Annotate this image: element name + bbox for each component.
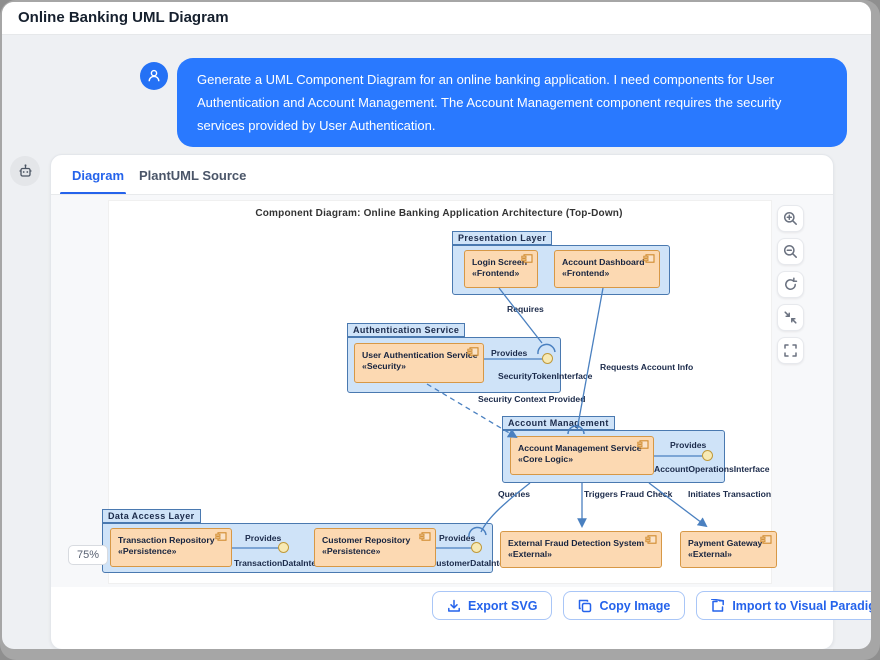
zoom-in-button[interactable]: [777, 205, 804, 232]
package-tab-data-access-layer: Data Access Layer: [102, 509, 201, 523]
component-icon: [467, 347, 479, 356]
reset-view-button[interactable]: [777, 271, 804, 298]
package-label: Presentation Layer: [458, 233, 547, 243]
connection-label-triggers-fraud-check: Triggers Fraud Check: [584, 489, 673, 499]
zoom-out-button[interactable]: [777, 238, 804, 265]
component-name: Account Dashboard: [562, 257, 645, 267]
fullscreen-icon: [784, 344, 797, 357]
component-name: External Fraud Detection System: [508, 538, 645, 548]
copy-icon: [579, 599, 592, 612]
component-account-dashboard: Account Dashboard «Frontend»: [554, 250, 660, 288]
component-stereotype: «Persistence»: [322, 546, 381, 557]
reset-icon: [785, 277, 798, 290]
copy-image-label: Copy Image: [599, 598, 671, 613]
lollipop-transactiondatainterface: [278, 542, 289, 553]
component-external-fraud-detection-system: External Fraud Detection System «Externa…: [500, 531, 662, 568]
connection-label-initiates-transaction: Initiates Transaction: [688, 489, 772, 499]
assistant-avatar: [10, 156, 40, 186]
interface-label-securitytokeninterface: SecurityTokenInterface: [498, 371, 593, 381]
zoom-in-icon: [783, 211, 797, 225]
component-stereotype: «External»: [688, 549, 732, 560]
component-icon: [760, 535, 772, 544]
copy-image-button[interactable]: Copy Image: [563, 591, 686, 620]
page-title: Online Banking UML Diagram: [18, 9, 229, 26]
provides-label: Provides: [245, 533, 282, 543]
package-tab-presentation-layer: Presentation Layer: [452, 231, 553, 245]
component-account-management-service: Account Management Service «Core Logic»: [510, 436, 654, 475]
zoom-out-icon: [783, 244, 797, 258]
component-stereotype: «Frontend»: [472, 268, 520, 279]
component-name: Customer Repository: [322, 535, 411, 545]
external-link-icon: [711, 598, 725, 612]
connection-label-requires: Requires: [507, 304, 544, 314]
connection-label-queries: Queries: [498, 489, 531, 499]
component-icon: [637, 440, 649, 449]
component-stereotype: «External»: [508, 549, 552, 560]
component-login-screen: Login Screen «Frontend»: [464, 250, 538, 288]
fit-to-screen-button[interactable]: [777, 304, 804, 331]
component-name: User Authentication Service: [362, 350, 478, 360]
component-stereotype: «Security»: [362, 361, 406, 372]
robot-icon: [19, 163, 31, 177]
component-icon: [215, 532, 227, 541]
provides-label: Provides: [439, 533, 476, 543]
component-icon: [419, 532, 431, 541]
component-stereotype: «Core Logic»: [518, 454, 574, 465]
diagram-title: Component Diagram: Online Banking Applic…: [255, 208, 623, 219]
chat-message-bubble: Generate a UML Component Diagram for an …: [177, 58, 847, 147]
window-frame: Online Banking UML Diagram Generate a UM…: [0, 0, 880, 660]
package-label: Data Access Layer: [108, 511, 195, 521]
component-icon: [645, 535, 657, 544]
export-svg-button[interactable]: Export SVG: [432, 591, 553, 620]
compress-icon: [784, 311, 797, 324]
provides-label: Provides: [670, 440, 707, 450]
package-tab-authentication-service: Authentication Service: [347, 323, 466, 337]
connection-label-security-context-provided: Security Context Provided: [478, 394, 586, 404]
component-name: Payment Gateway: [688, 538, 763, 548]
component-name: Account Management Service: [518, 443, 642, 453]
component-stereotype: «Persistence»: [118, 546, 177, 557]
component-icon: [643, 254, 655, 263]
connection-label-requests-account-info: Requests Account Info: [600, 362, 694, 372]
zoom-level-badge: 75%: [68, 545, 109, 565]
lollipop-securitytokeninterface: [542, 353, 553, 364]
download-icon: [448, 599, 460, 612]
tab-diagram[interactable]: Diagram: [72, 168, 124, 183]
fullscreen-button[interactable]: [777, 337, 804, 364]
action-toolbar: Export SVG Copy Image Import to Visual P…: [432, 591, 871, 620]
component-transaction-repository: Transaction Repository «Persistence»: [110, 528, 232, 567]
provides-label: Provides: [491, 348, 528, 358]
component-payment-gateway: Payment Gateway «External»: [680, 531, 777, 568]
lollipop-customerdatainterface: [471, 542, 482, 553]
component-name: Transaction Repository: [118, 535, 215, 545]
component-stereotype: «Frontend»: [562, 268, 610, 279]
package-label: Account Management: [508, 418, 609, 428]
package-label: Authentication Service: [353, 325, 460, 335]
package-tab-account-management: Account Management: [502, 416, 615, 430]
user-avatar: [140, 62, 168, 90]
import-vp-label: Import to Visual Paradigm: [732, 598, 871, 613]
import-to-visual-paradigm-button[interactable]: Import to Visual Paradigm: [696, 591, 871, 620]
lollipop-accountoperationsinterface: [702, 450, 713, 461]
person-icon: [148, 69, 160, 82]
component-customer-repository: Customer Repository «Persistence»: [314, 528, 436, 567]
app-header: Online Banking UML Diagram: [2, 2, 871, 35]
component-icon: [521, 254, 533, 263]
interface-label-accountoperationsinterface: AccountOperationsInterface: [654, 464, 770, 474]
export-svg-label: Export SVG: [468, 598, 538, 613]
component-user-authentication-service: User Authentication Service «Security»: [354, 343, 484, 383]
tab-plantuml-source[interactable]: PlantUML Source: [139, 168, 246, 183]
